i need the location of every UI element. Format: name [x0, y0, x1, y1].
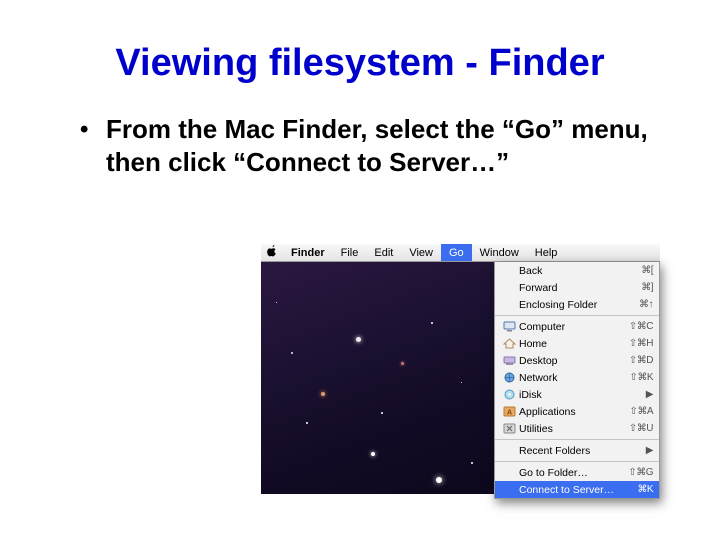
- menubar-item-view[interactable]: View: [401, 244, 441, 261]
- apple-menu-icon[interactable]: [261, 245, 283, 260]
- menu-recent-folders[interactable]: Recent Folders ▶: [495, 442, 659, 459]
- menu-item-label: Desktop: [517, 355, 629, 367]
- menu-desktop[interactable]: Desktop ⇧⌘D: [495, 352, 659, 369]
- menu-item-shortcut: ⌘K: [637, 484, 653, 495]
- utilities-icon: [501, 423, 517, 434]
- menubar-item-file[interactable]: File: [333, 244, 367, 261]
- slide-title: Viewing filesystem - Finder: [0, 0, 720, 113]
- menu-go-to-folder[interactable]: Go to Folder… ⇧⌘G: [495, 464, 659, 481]
- menubar-item-edit[interactable]: Edit: [366, 244, 401, 261]
- svg-text:A: A: [506, 410, 511, 417]
- menu-item-shortcut: ⇧⌘A: [629, 406, 653, 417]
- menu-item-shortcut: ⇧⌘K: [629, 372, 653, 383]
- menu-item-shortcut: ⇧⌘C: [629, 321, 653, 332]
- menu-item-shortcut: ⇧⌘G: [628, 467, 653, 478]
- bullet-dot: •: [80, 115, 88, 145]
- idisk-icon: [501, 389, 517, 400]
- desktop-icon: [501, 355, 517, 366]
- mac-desktop-area: Back ⌘[ Forward ⌘] Enclosing Folder ⌘↑ C…: [261, 262, 660, 494]
- menu-item-label: Enclosing Folder: [517, 299, 639, 311]
- applications-icon: A: [501, 406, 517, 417]
- menu-item-shortcut: ⌘[: [641, 265, 653, 276]
- menu-connect-to-server[interactable]: Connect to Server… ⌘K: [495, 481, 659, 498]
- home-icon: [501, 338, 517, 349]
- menu-item-label: Applications: [517, 406, 629, 418]
- menu-computer[interactable]: Computer ⇧⌘C: [495, 318, 659, 335]
- submenu-arrow-icon: ▶: [646, 389, 653, 400]
- menu-enclosing-folder[interactable]: Enclosing Folder ⌘↑: [495, 296, 659, 313]
- menu-applications[interactable]: A Applications ⇧⌘A: [495, 403, 659, 420]
- menubar-app-name[interactable]: Finder: [283, 244, 333, 261]
- network-icon: [501, 372, 517, 383]
- menu-item-shortcut: ⌘]: [641, 282, 653, 293]
- menu-network[interactable]: Network ⇧⌘K: [495, 369, 659, 386]
- menu-item-shortcut: ⇧⌘H: [629, 338, 653, 349]
- submenu-arrow-icon: ▶: [646, 445, 653, 456]
- menu-idisk[interactable]: iDisk ▶: [495, 386, 659, 403]
- menubar-item-window[interactable]: Window: [472, 244, 527, 261]
- menu-item-label: Computer: [517, 321, 629, 333]
- computer-icon: [501, 321, 517, 332]
- menu-item-label: Network: [517, 372, 629, 384]
- bullet-text: From the Mac Finder, select the “Go” men…: [106, 113, 660, 178]
- menu-item-label: iDisk: [517, 389, 646, 401]
- bullet-list: • From the Mac Finder, select the “Go” m…: [0, 113, 720, 178]
- menu-home[interactable]: Home ⇧⌘H: [495, 335, 659, 352]
- menu-item-label: Back: [517, 265, 641, 277]
- menu-separator: [495, 315, 659, 316]
- menu-item-label: Recent Folders: [517, 445, 646, 457]
- menu-item-label: Utilities: [517, 423, 629, 435]
- menu-utilities[interactable]: Utilities ⇧⌘U: [495, 420, 659, 437]
- mac-menubar: Finder File Edit View Go Window Help: [261, 244, 660, 262]
- menu-item-label: Go to Folder…: [517, 467, 628, 479]
- menu-forward[interactable]: Forward ⌘]: [495, 279, 659, 296]
- menu-item-shortcut: ⇧⌘D: [629, 355, 653, 366]
- menu-separator: [495, 439, 659, 440]
- menubar-item-go[interactable]: Go: [441, 244, 472, 261]
- menu-item-shortcut: ⇧⌘U: [629, 423, 653, 434]
- mac-screenshot: Finder File Edit View Go Window Help Bac…: [261, 244, 660, 494]
- menu-item-shortcut: ⌘↑: [639, 299, 653, 310]
- menu-item-label: Home: [517, 338, 629, 350]
- menu-item-label: Forward: [517, 282, 641, 294]
- go-menu-dropdown: Back ⌘[ Forward ⌘] Enclosing Folder ⌘↑ C…: [494, 262, 660, 499]
- menu-separator: [495, 461, 659, 462]
- bullet-item: • From the Mac Finder, select the “Go” m…: [80, 113, 660, 178]
- menu-back[interactable]: Back ⌘[: [495, 262, 659, 279]
- menubar-item-help[interactable]: Help: [527, 244, 566, 261]
- mac-wallpaper: [261, 262, 494, 494]
- menu-item-label: Connect to Server…: [517, 484, 637, 496]
